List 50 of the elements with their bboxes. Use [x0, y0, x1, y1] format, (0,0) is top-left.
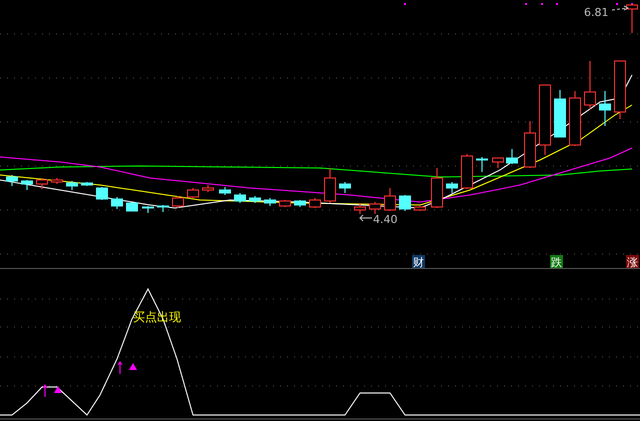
candlestick [187, 188, 199, 198]
candlestick [219, 186, 231, 196]
event-tag: 跌 [550, 255, 563, 268]
candlestick [414, 206, 426, 212]
low-price-label: 4.40 [373, 213, 398, 226]
candlestick [431, 168, 443, 208]
candlestick [96, 186, 108, 200]
high-price-label: 6.81 [584, 6, 608, 19]
candlestick [539, 84, 551, 156]
event-tag: 涨 [626, 255, 639, 268]
candlestick [384, 188, 396, 212]
candlestick [584, 60, 596, 110]
candlestick [142, 206, 154, 214]
event-tag: 财 [412, 255, 425, 268]
signal-marker-icon [118, 361, 137, 374]
candlestick [554, 90, 566, 138]
candlestick [614, 60, 626, 120]
candlestick [399, 194, 411, 212]
candlestick [36, 178, 48, 190]
candlestick [309, 198, 321, 208]
candlestick [354, 202, 366, 214]
candlestick [202, 184, 214, 192]
candlestick [234, 192, 246, 204]
candlestick [157, 204, 169, 212]
candlestick [172, 196, 184, 208]
signal-marker-icon [42, 384, 62, 398]
candlestick [369, 202, 381, 214]
candlestick [249, 196, 261, 204]
candlestick [51, 178, 63, 184]
candlestick [476, 156, 488, 172]
candlestick [569, 90, 581, 146]
candlestick [524, 120, 536, 168]
candlestick [324, 168, 336, 204]
candlestick [294, 200, 306, 208]
candlestick [111, 196, 123, 210]
candlestick [66, 180, 78, 190]
candlestick [6, 174, 18, 186]
leader-line [612, 6, 630, 10]
candlestick [506, 148, 518, 164]
candlestick [264, 198, 276, 206]
candlestick [461, 154, 473, 190]
candlestick [446, 182, 458, 194]
candlestick [492, 158, 504, 168]
candlestick [21, 180, 33, 190]
candlestick [279, 200, 291, 208]
candlestick [339, 182, 351, 194]
candlestick [599, 90, 611, 126]
candlestick [126, 202, 138, 212]
candlestick [81, 182, 93, 186]
arrow-icon [359, 214, 372, 222]
